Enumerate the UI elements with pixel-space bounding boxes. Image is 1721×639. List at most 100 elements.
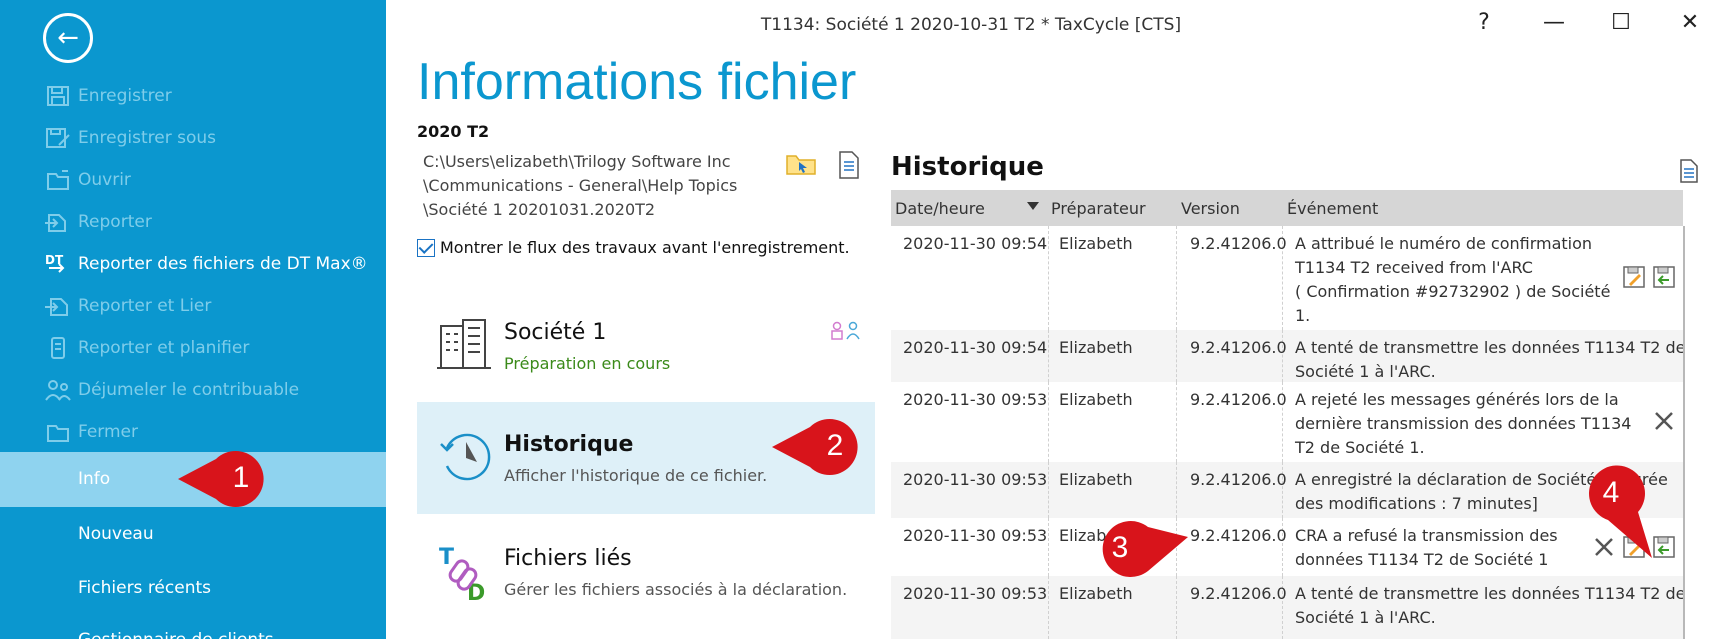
show-workflow-label: Montrer le flux des travaux avant l'enre… <box>440 238 850 257</box>
history-card-subtitle: Afficher l'historique de ce fichier. <box>504 466 768 485</box>
row-preparer: Elizabeth <box>1059 470 1133 489</box>
file-path-line: C:\Users\elizabeth\Trilogy Software Inc <box>423 152 731 171</box>
table-row[interactable]: 2020-11-30 09:53 Elizabeth 9.2.41206.0 A… <box>891 382 1683 462</box>
sort-descending-icon[interactable] <box>1027 202 1039 210</box>
menu-save-as-label: Enregistrer sous <box>78 128 216 148</box>
close-button[interactable]: ✕ <box>1670 10 1710 35</box>
row-event-line: A rejeté les messages générés lors de la <box>1295 390 1619 409</box>
file-type: 2020 T2 <box>417 122 490 141</box>
vertical-scrollbar[interactable] <box>1683 226 1705 639</box>
menu-carry-plan: Reporter et planifier <box>44 332 249 364</box>
column-header-date[interactable]: Date/heure <box>895 199 985 218</box>
row-event-line: A tenté de transmettre les données T1134… <box>1295 338 1683 357</box>
save-icon <box>44 84 72 108</box>
linked-files-card[interactable]: TD Fichiers liés Gérer les fichiers asso… <box>417 516 875 628</box>
building-icon <box>437 316 491 372</box>
row-event-line: A attribué le numéro de confirmation <box>1295 234 1593 253</box>
row-preparer: Elizabeth <box>1059 390 1133 409</box>
export-history-icon[interactable] <box>1678 158 1700 188</box>
column-header-version[interactable]: Version <box>1181 199 1240 218</box>
history-table-header: Date/heure Préparateur Version Événement <box>891 190 1683 226</box>
table-row[interactable]: 2020-11-30 09:53 Elizabeth 9.2.41206.0 C… <box>891 518 1683 576</box>
row-date: 2020-11-30 09:53 <box>903 584 1048 603</box>
carry-forward-icon <box>44 210 72 234</box>
unlink-taxpayer-icon <box>44 378 72 402</box>
table-row[interactable]: 2020-11-30 09:53 Elizabeth 9.2.41206.0 A… <box>891 576 1683 639</box>
company-card[interactable]: Société 1 Préparation en cours <box>417 290 875 402</box>
file-path-line: \Communications - General\Help Topics <box>423 176 738 195</box>
company-status: Préparation en cours <box>504 354 671 373</box>
minimize-button[interactable]: — <box>1534 10 1574 35</box>
open-folder-icon <box>44 168 72 192</box>
edit-save-icon[interactable] <box>1623 266 1645 295</box>
row-preparer: Elizabeth <box>1059 584 1133 603</box>
copy-path-icon[interactable] <box>836 150 862 184</box>
backstage-sidebar: ← Enregistrer Enregistrer sous Ouvrir Re… <box>0 0 386 639</box>
menu-new[interactable]: Nouveau <box>78 518 154 550</box>
menu-carry-forward-label: Reporter <box>78 212 152 232</box>
menu-save-label: Enregistrer <box>78 86 172 106</box>
menu-dt-max[interactable]: DT Reporter des fichiers de DT Max® <box>44 248 368 280</box>
row-date: 2020-11-30 09:54 <box>903 234 1048 253</box>
table-row[interactable]: 2020-11-30 09:54 Elizabeth 9.2.41206.0 A… <box>891 226 1683 330</box>
close-folder-icon <box>44 420 72 444</box>
menu-recent-files-label: Fichiers récents <box>78 578 211 598</box>
open-folder-location-icon[interactable] <box>785 152 817 180</box>
dt-max-icon: DT <box>44 252 72 276</box>
row-event-line: 1. <box>1295 306 1311 325</box>
row-event-line: A tenté de transmettre les données T1134… <box>1295 584 1683 603</box>
svg-text:T: T <box>439 545 454 570</box>
linked-files-title: Fichiers liés <box>504 546 632 571</box>
callout-number: 1 <box>232 461 250 494</box>
row-date: 2020-11-30 09:53 <box>903 526 1048 545</box>
menu-unlink-taxpayer-label: Déjumeler le contribuable <box>78 380 300 400</box>
row-date: 2020-11-30 09:53 <box>903 470 1048 489</box>
row-version: 9.2.41206.0 <box>1190 338 1287 357</box>
restore-save-icon[interactable] <box>1653 266 1675 295</box>
carry-plan-icon <box>44 336 72 360</box>
row-event-line: Société 1 à l'ARC. <box>1295 362 1436 381</box>
row-event: A tenté de transmettre les données T1134… <box>1295 336 1683 384</box>
delete-x-icon[interactable] <box>1653 410 1675 439</box>
row-preparer: Elizabeth <box>1059 234 1133 253</box>
row-version: 9.2.41206.0 <box>1190 390 1287 409</box>
menu-carry-forward: Reporter <box>44 206 152 238</box>
row-date: 2020-11-30 09:54 <box>903 338 1048 357</box>
linked-files-subtitle: Gérer les fichiers associés à la déclara… <box>504 580 848 599</box>
callout-3: 3 <box>1090 515 1190 581</box>
row-preparer: Elizabeth <box>1059 338 1133 357</box>
callout-1: 1 <box>176 447 276 511</box>
menu-open: Ouvrir <box>44 164 131 196</box>
column-header-preparer[interactable]: Préparateur <box>1051 199 1146 218</box>
row-event: A tenté de transmettre les données T1134… <box>1295 582 1683 630</box>
menu-carry-link: Reporter et Lier <box>44 290 211 322</box>
back-arrow-icon[interactable]: ← <box>43 13 93 63</box>
menu-carry-link-label: Reporter et Lier <box>78 296 212 316</box>
menu-client-manager[interactable]: Gestionnaire de clients <box>78 624 274 639</box>
title-bar: T1134: Société 1 2020-10-31 T2 * TaxCycl… <box>386 0 1721 52</box>
row-date: 2020-11-30 09:53 <box>903 390 1048 409</box>
row-version: 9.2.41206.0 <box>1190 526 1287 545</box>
row-event: A rejeté les messages générés lors de la… <box>1295 388 1683 460</box>
menu-recent-files[interactable]: Fichiers récents <box>78 572 211 604</box>
menu-close-label: Fermer <box>78 422 139 442</box>
table-row[interactable]: 2020-11-30 09:53 Elizabeth 9.2.41206.0 A… <box>891 462 1683 518</box>
menu-save-as: Enregistrer sous <box>44 122 216 154</box>
users-icon[interactable] <box>829 320 863 344</box>
row-version: 9.2.41206.0 <box>1190 470 1287 489</box>
callout-number: 3 <box>1111 531 1129 564</box>
maximize-button[interactable]: ☐ <box>1601 10 1641 35</box>
carry-link-icon <box>44 294 72 318</box>
history-card-title: Historique <box>504 432 634 457</box>
help-button[interactable]: ? <box>1464 10 1504 35</box>
column-header-event[interactable]: Événement <box>1287 199 1378 218</box>
table-row[interactable]: 2020-11-30 09:54 Elizabeth 9.2.41206.0 A… <box>891 330 1683 382</box>
file-path-line: \Société 1 20201031.2020T2 <box>423 200 656 219</box>
show-workflow-checkbox-row[interactable]: Montrer le flux des travaux avant l'enre… <box>417 238 850 257</box>
window-title: T1134: Société 1 2020-10-31 T2 * TaxCycl… <box>760 15 1182 35</box>
show-workflow-checkbox[interactable] <box>417 238 435 257</box>
file-path: C:\Users\elizabeth\Trilogy Software Inc … <box>423 150 753 222</box>
menu-dt-max-label: Reporter des fichiers de DT Max® <box>78 254 368 274</box>
callout-number: 2 <box>826 429 844 462</box>
menu-close: Fermer <box>44 416 138 448</box>
